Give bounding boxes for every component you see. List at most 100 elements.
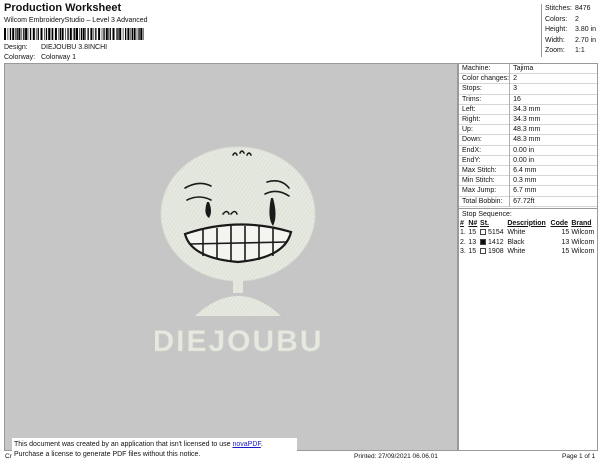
notice-line-1: This document was created by an applicat…	[14, 440, 295, 450]
machine-row: Min Stitch: 0.3 mm	[459, 175, 597, 186]
summary-label: Width:	[545, 36, 565, 44]
machine-label: Min Stitch:	[459, 175, 511, 186]
machine-value: 0.3 mm	[513, 177, 537, 185]
color-swatch	[480, 229, 487, 236]
machine-row: Stops: 3	[459, 83, 597, 95]
machine-value: Tajima	[513, 65, 534, 72]
stop-needle: 13	[468, 238, 477, 246]
machine-label: EndY:	[459, 155, 511, 166]
stop-code: 15	[561, 229, 570, 237]
stop-number: 2.	[460, 238, 466, 246]
notice-text: This document was created by an applicat…	[14, 441, 233, 448]
colorway-value: Colorway 1	[40, 54, 76, 61]
summary-label: Colors:	[545, 15, 568, 23]
summary-label: Stitches:	[545, 5, 572, 12]
design-label: Design:	[4, 44, 28, 51]
stop-code: 13	[561, 238, 570, 246]
stop-row: 3. 15 1908 White 15 Wilcom	[459, 247, 597, 257]
stop-description: White	[507, 229, 526, 237]
stop-description: Black	[507, 238, 525, 246]
stop-number: 3.	[460, 248, 466, 256]
stop-brand: Wilcom	[571, 229, 595, 237]
footer-left: Cr	[5, 453, 12, 460]
machine-label: EndX:	[459, 145, 511, 156]
machine-value: 16	[513, 95, 521, 103]
machine-row: Right: 34.3 mm	[459, 114, 597, 125]
machine-row: Color changes: 2	[459, 73, 597, 84]
machine-row: EndX: 0.00 in	[459, 145, 597, 156]
machine-value: 34.3 mm	[513, 105, 541, 113]
stop-sequence-title: Stop Sequence:	[459, 207, 597, 219]
machine-label: Left:	[459, 104, 511, 115]
machine-label: Color changes:	[459, 73, 511, 84]
summary-row: Colors: 2	[542, 15, 598, 26]
colorway-row: Colorway: Colorway 1	[4, 54, 76, 61]
stop-description: White	[507, 248, 526, 256]
summary-row: Zoom: 1:1	[542, 46, 598, 57]
summary-row: Width: 2.70 in	[542, 36, 598, 47]
software-subtitle: Wilcom EmbroideryStudio – Level 3 Advanc…	[4, 17, 148, 24]
col-needle: N#	[468, 219, 478, 227]
machine-row: Max Jump: 6.7 mm	[459, 185, 597, 197]
stop-stitches: 5154	[479, 228, 506, 238]
machine-value: 48.3 mm	[513, 136, 541, 144]
stitch-count: 1908	[488, 248, 504, 256]
stop-needle: 15	[468, 248, 477, 256]
stop-number: 1.	[460, 229, 466, 237]
stop-stitches: 1908	[479, 247, 506, 257]
machine-label: Up:	[459, 124, 511, 135]
col-number: #	[460, 219, 464, 227]
stop-stitches: 1412	[479, 237, 506, 247]
machine-label: Right:	[459, 114, 511, 125]
summary-value: 8476	[575, 5, 591, 12]
summary-row: Height: 3.80 in	[542, 25, 598, 36]
summary-label: Zoom:	[545, 47, 565, 54]
machine-value: 2	[513, 75, 517, 83]
col-brand: Brand	[571, 219, 592, 227]
stitch-count: 1412	[488, 238, 504, 246]
machine-label: Total Bobbin:	[459, 196, 511, 207]
stop-brand: Wilcom	[571, 238, 595, 246]
design-row: Design: DIEJOUBU 3.8INCHI	[4, 44, 107, 51]
summary-value: 2	[575, 15, 579, 23]
design-preview-canvas: DIEJOUBU	[4, 63, 458, 451]
license-notice: This document was created by an applicat…	[12, 438, 297, 462]
col-description: Description	[507, 219, 546, 227]
machine-row: Trims: 16	[459, 94, 597, 105]
page-number: Page 1 of 1	[562, 453, 596, 460]
machine-row: Machine: Tajima	[459, 64, 597, 74]
machine-value: 48.3 mm	[513, 126, 541, 134]
machine-label: Machine:	[459, 64, 511, 74]
summary-value: 2.70 in	[575, 36, 597, 44]
col-stitches: St.	[480, 219, 489, 227]
stop-sequence-header: # N# St. Description Code Brand	[459, 219, 597, 228]
machine-value: 3	[513, 85, 517, 93]
machine-row: Down: 48.3 mm	[459, 134, 597, 146]
machine-row: Max Stitch: 6.4 mm	[459, 165, 597, 176]
machine-row: Up: 48.3 mm	[459, 124, 597, 135]
machine-value: 34.3 mm	[513, 116, 541, 124]
summary-row: Stitches: 8476	[542, 4, 598, 15]
stitch-count: 5154	[488, 229, 504, 237]
machine-row: EndY: 0.00 in	[459, 155, 597, 166]
machine-value: 67.72ft	[513, 197, 535, 205]
machine-value: 0.00 in	[513, 156, 535, 164]
stop-needle: 15	[468, 229, 477, 237]
novapdf-link[interactable]: novaPDF	[232, 441, 260, 448]
machine-row: Total Bobbin: 67.72ft	[459, 196, 597, 207]
machine-row: Left: 34.3 mm	[459, 104, 597, 115]
machine-label: Stops:	[459, 83, 511, 95]
summary-value: 1:1	[575, 47, 585, 54]
machine-label: Trims:	[459, 94, 511, 105]
stop-code: 15	[561, 248, 570, 256]
page-title: Production Worksheet	[4, 2, 122, 14]
machine-label: Max Stitch:	[459, 165, 511, 176]
machine-info-panel: Machine: Tajima Color changes: 2 Stops: 3 Trim…	[458, 63, 598, 451]
color-swatch	[480, 238, 487, 245]
design-summary: Stitches: 8476 Colors: 2 Height: 3.80 in Wi…	[541, 4, 598, 57]
stop-row: 1. 15 5154 White 15 Wilcom	[459, 228, 597, 238]
design-value: DIEJOUBU 3.8INCHI	[40, 44, 108, 51]
machine-value: 6.7 mm	[513, 187, 537, 195]
machine-value: 0.00 in	[513, 146, 535, 154]
summary-label: Height:	[545, 26, 568, 33]
